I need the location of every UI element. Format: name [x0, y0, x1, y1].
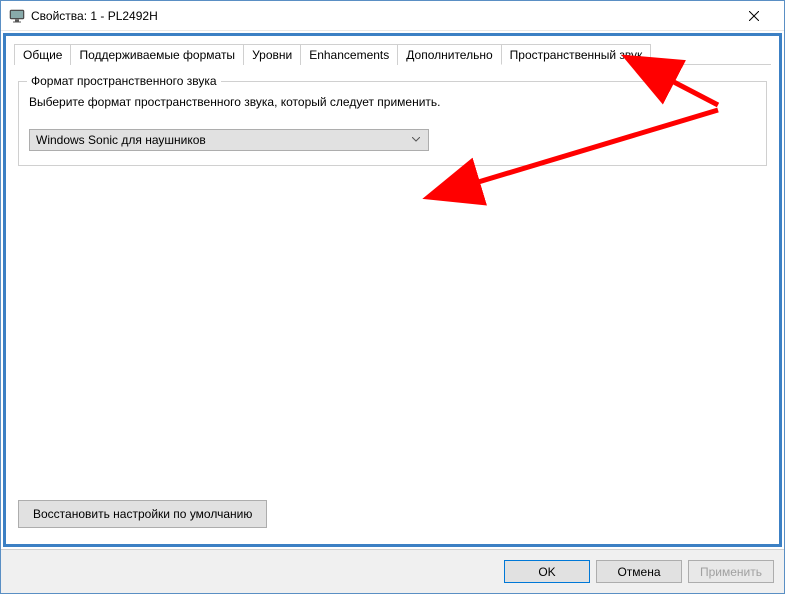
dialog-body: Общие Поддерживаемые форматы Уровни Enha… [3, 33, 782, 547]
dropdown-value: Windows Sonic для наушников [36, 133, 408, 147]
group-title: Формат пространственного звука [27, 74, 221, 88]
button-label: Восстановить настройки по умолчанию [33, 507, 252, 521]
window-title: Свойства: 1 - PL2492H [31, 9, 731, 23]
titlebar: Свойства: 1 - PL2492H [1, 1, 784, 31]
spatial-format-dropdown[interactable]: Windows Sonic для наушников [29, 129, 429, 151]
dialog-footer: OK Отмена Применить [1, 549, 784, 593]
tab-label: Поддерживаемые форматы [79, 48, 235, 62]
tab-label: Пространственный звук [510, 48, 643, 62]
tab-spatial-sound[interactable]: Пространственный звук [501, 44, 652, 65]
close-button[interactable] [731, 2, 776, 30]
group-description: Выберите формат пространственного звука,… [29, 94, 756, 111]
button-label: Применить [700, 565, 762, 579]
apply-button: Применить [688, 560, 774, 583]
spatial-format-group: Формат пространственного звука Выберите … [18, 81, 767, 166]
tab-levels[interactable]: Уровни [243, 44, 301, 65]
tab-supported-formats[interactable]: Поддерживаемые форматы [70, 44, 244, 65]
ok-button[interactable]: OK [504, 560, 590, 583]
tab-strip: Общие Поддерживаемые форматы Уровни Enha… [14, 44, 771, 65]
button-label: OK [538, 565, 555, 579]
chevron-down-icon [408, 137, 424, 142]
tab-label: Enhancements [309, 48, 389, 62]
monitor-icon [9, 9, 25, 23]
cancel-button[interactable]: Отмена [596, 560, 682, 583]
tab-label: Дополнительно [406, 48, 492, 62]
tab-label: Уровни [252, 48, 292, 62]
tab-label: Общие [23, 48, 62, 62]
properties-dialog: Свойства: 1 - PL2492H Общие Поддерживаем… [0, 0, 785, 594]
restore-defaults-button[interactable]: Восстановить настройки по умолчанию [18, 500, 267, 528]
tab-general[interactable]: Общие [14, 44, 71, 65]
tab-enhancements[interactable]: Enhancements [300, 44, 398, 65]
tab-advanced[interactable]: Дополнительно [397, 44, 501, 65]
button-label: Отмена [617, 565, 660, 579]
tab-content: Формат пространственного звука Выберите … [14, 65, 771, 536]
